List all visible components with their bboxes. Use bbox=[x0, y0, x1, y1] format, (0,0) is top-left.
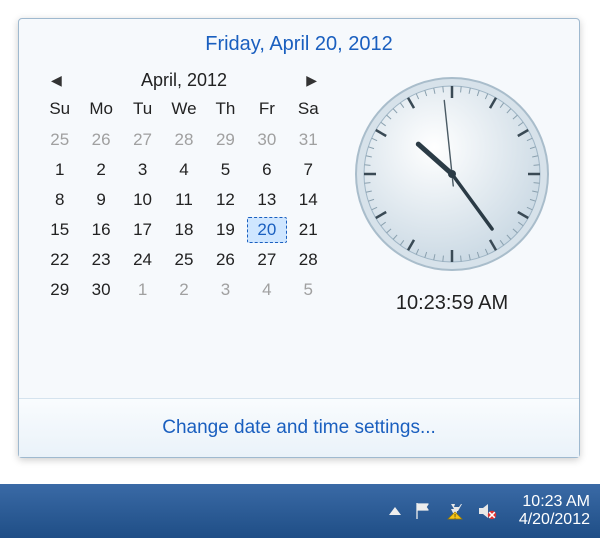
calendar-day[interactable]: 8 bbox=[40, 187, 80, 213]
calendar-grid: SuMoTuWeThFrSa25262728293031123456789101… bbox=[39, 99, 329, 303]
calendar: ◀ April, 2012 ▶ SuMoTuWeThFrSa2526272829… bbox=[39, 66, 329, 390]
calendar-day[interactable]: 15 bbox=[40, 217, 80, 243]
taskbar: ! 10:23 AM 4/20/2012 bbox=[0, 484, 600, 538]
calendar-day[interactable]: 10 bbox=[123, 187, 163, 213]
calendar-day[interactable]: 25 bbox=[40, 127, 80, 153]
calendar-day[interactable]: 12 bbox=[205, 187, 245, 213]
calendar-day[interactable]: 25 bbox=[164, 247, 204, 273]
calendar-day[interactable]: 13 bbox=[247, 187, 287, 213]
calendar-day[interactable]: 7 bbox=[288, 157, 328, 183]
calendar-day[interactable]: 2 bbox=[81, 157, 121, 183]
taskbar-time: 10:23 AM bbox=[519, 493, 590, 511]
action-center-icon[interactable] bbox=[413, 501, 433, 521]
show-hidden-icons-button[interactable] bbox=[389, 507, 401, 515]
calendar-day[interactable]: 1 bbox=[123, 277, 163, 303]
calendar-dow: Th bbox=[205, 99, 246, 123]
prev-month-button[interactable]: ◀ bbox=[45, 70, 68, 91]
popup-footer: Change date and time settings... bbox=[19, 398, 579, 457]
calendar-day[interactable]: 24 bbox=[123, 247, 163, 273]
calendar-day[interactable]: 28 bbox=[164, 127, 204, 153]
calendar-day[interactable]: 6 bbox=[247, 157, 287, 183]
analog-clock bbox=[352, 74, 552, 274]
change-settings-link[interactable]: Change date and time settings... bbox=[162, 417, 436, 438]
digital-time: 10:23:59 AM bbox=[396, 292, 508, 315]
popup-body: ◀ April, 2012 ▶ SuMoTuWeThFrSa2526272829… bbox=[19, 66, 579, 398]
clock-panel: 10:23:59 AM bbox=[339, 66, 565, 390]
calendar-day[interactable]: 27 bbox=[123, 127, 163, 153]
calendar-dow: Mo bbox=[80, 99, 121, 123]
calendar-day[interactable]: 17 bbox=[123, 217, 163, 243]
taskbar-clock[interactable]: 10:23 AM 4/20/2012 bbox=[519, 493, 590, 530]
volume-icon[interactable] bbox=[477, 501, 497, 521]
calendar-day[interactable]: 9 bbox=[81, 187, 121, 213]
calendar-day[interactable]: 5 bbox=[288, 277, 328, 303]
calendar-day[interactable]: 5 bbox=[205, 157, 245, 183]
calendar-day[interactable]: 31 bbox=[288, 127, 328, 153]
calendar-dow: We bbox=[163, 99, 204, 123]
calendar-day[interactable]: 16 bbox=[81, 217, 121, 243]
calendar-day[interactable]: 26 bbox=[205, 247, 245, 273]
calendar-day[interactable]: 19 bbox=[205, 217, 245, 243]
calendar-day[interactable]: 26 bbox=[81, 127, 121, 153]
calendar-day[interactable]: 30 bbox=[247, 127, 287, 153]
calendar-day[interactable]: 3 bbox=[123, 157, 163, 183]
calendar-day[interactable]: 28 bbox=[288, 247, 328, 273]
calendar-dow: Fr bbox=[246, 99, 287, 123]
svg-text:!: ! bbox=[454, 513, 456, 520]
next-month-button[interactable]: ▶ bbox=[300, 70, 323, 91]
calendar-day[interactable]: 2 bbox=[164, 277, 204, 303]
calendar-day[interactable]: 21 bbox=[288, 217, 328, 243]
calendar-day[interactable]: 18 bbox=[164, 217, 204, 243]
calendar-day[interactable]: 29 bbox=[40, 277, 80, 303]
calendar-day[interactable]: 4 bbox=[164, 157, 204, 183]
calendar-day[interactable]: 22 bbox=[40, 247, 80, 273]
date-time-popup: Friday, April 20, 2012 ◀ April, 2012 ▶ S… bbox=[18, 18, 580, 458]
system-tray: ! 10:23 AM 4/20/2012 bbox=[389, 493, 590, 530]
calendar-dow: Sa bbox=[288, 99, 329, 123]
calendar-day-selected[interactable]: 20 bbox=[247, 217, 287, 243]
calendar-day[interactable]: 29 bbox=[205, 127, 245, 153]
calendar-month-label[interactable]: April, 2012 bbox=[141, 70, 227, 91]
calendar-day[interactable]: 1 bbox=[40, 157, 80, 183]
calendar-day[interactable]: 11 bbox=[164, 187, 204, 213]
taskbar-date: 4/20/2012 bbox=[519, 511, 590, 529]
calendar-dow: Su bbox=[39, 99, 80, 123]
calendar-day[interactable]: 30 bbox=[81, 277, 121, 303]
calendar-day[interactable]: 3 bbox=[205, 277, 245, 303]
current-date-header: Friday, April 20, 2012 bbox=[19, 19, 579, 66]
calendar-day[interactable]: 14 bbox=[288, 187, 328, 213]
calendar-day[interactable]: 4 bbox=[247, 277, 287, 303]
calendar-nav: ◀ April, 2012 ▶ bbox=[39, 66, 329, 99]
calendar-day[interactable]: 23 bbox=[81, 247, 121, 273]
calendar-dow: Tu bbox=[122, 99, 163, 123]
power-icon[interactable]: ! bbox=[445, 501, 465, 521]
calendar-day[interactable]: 27 bbox=[247, 247, 287, 273]
